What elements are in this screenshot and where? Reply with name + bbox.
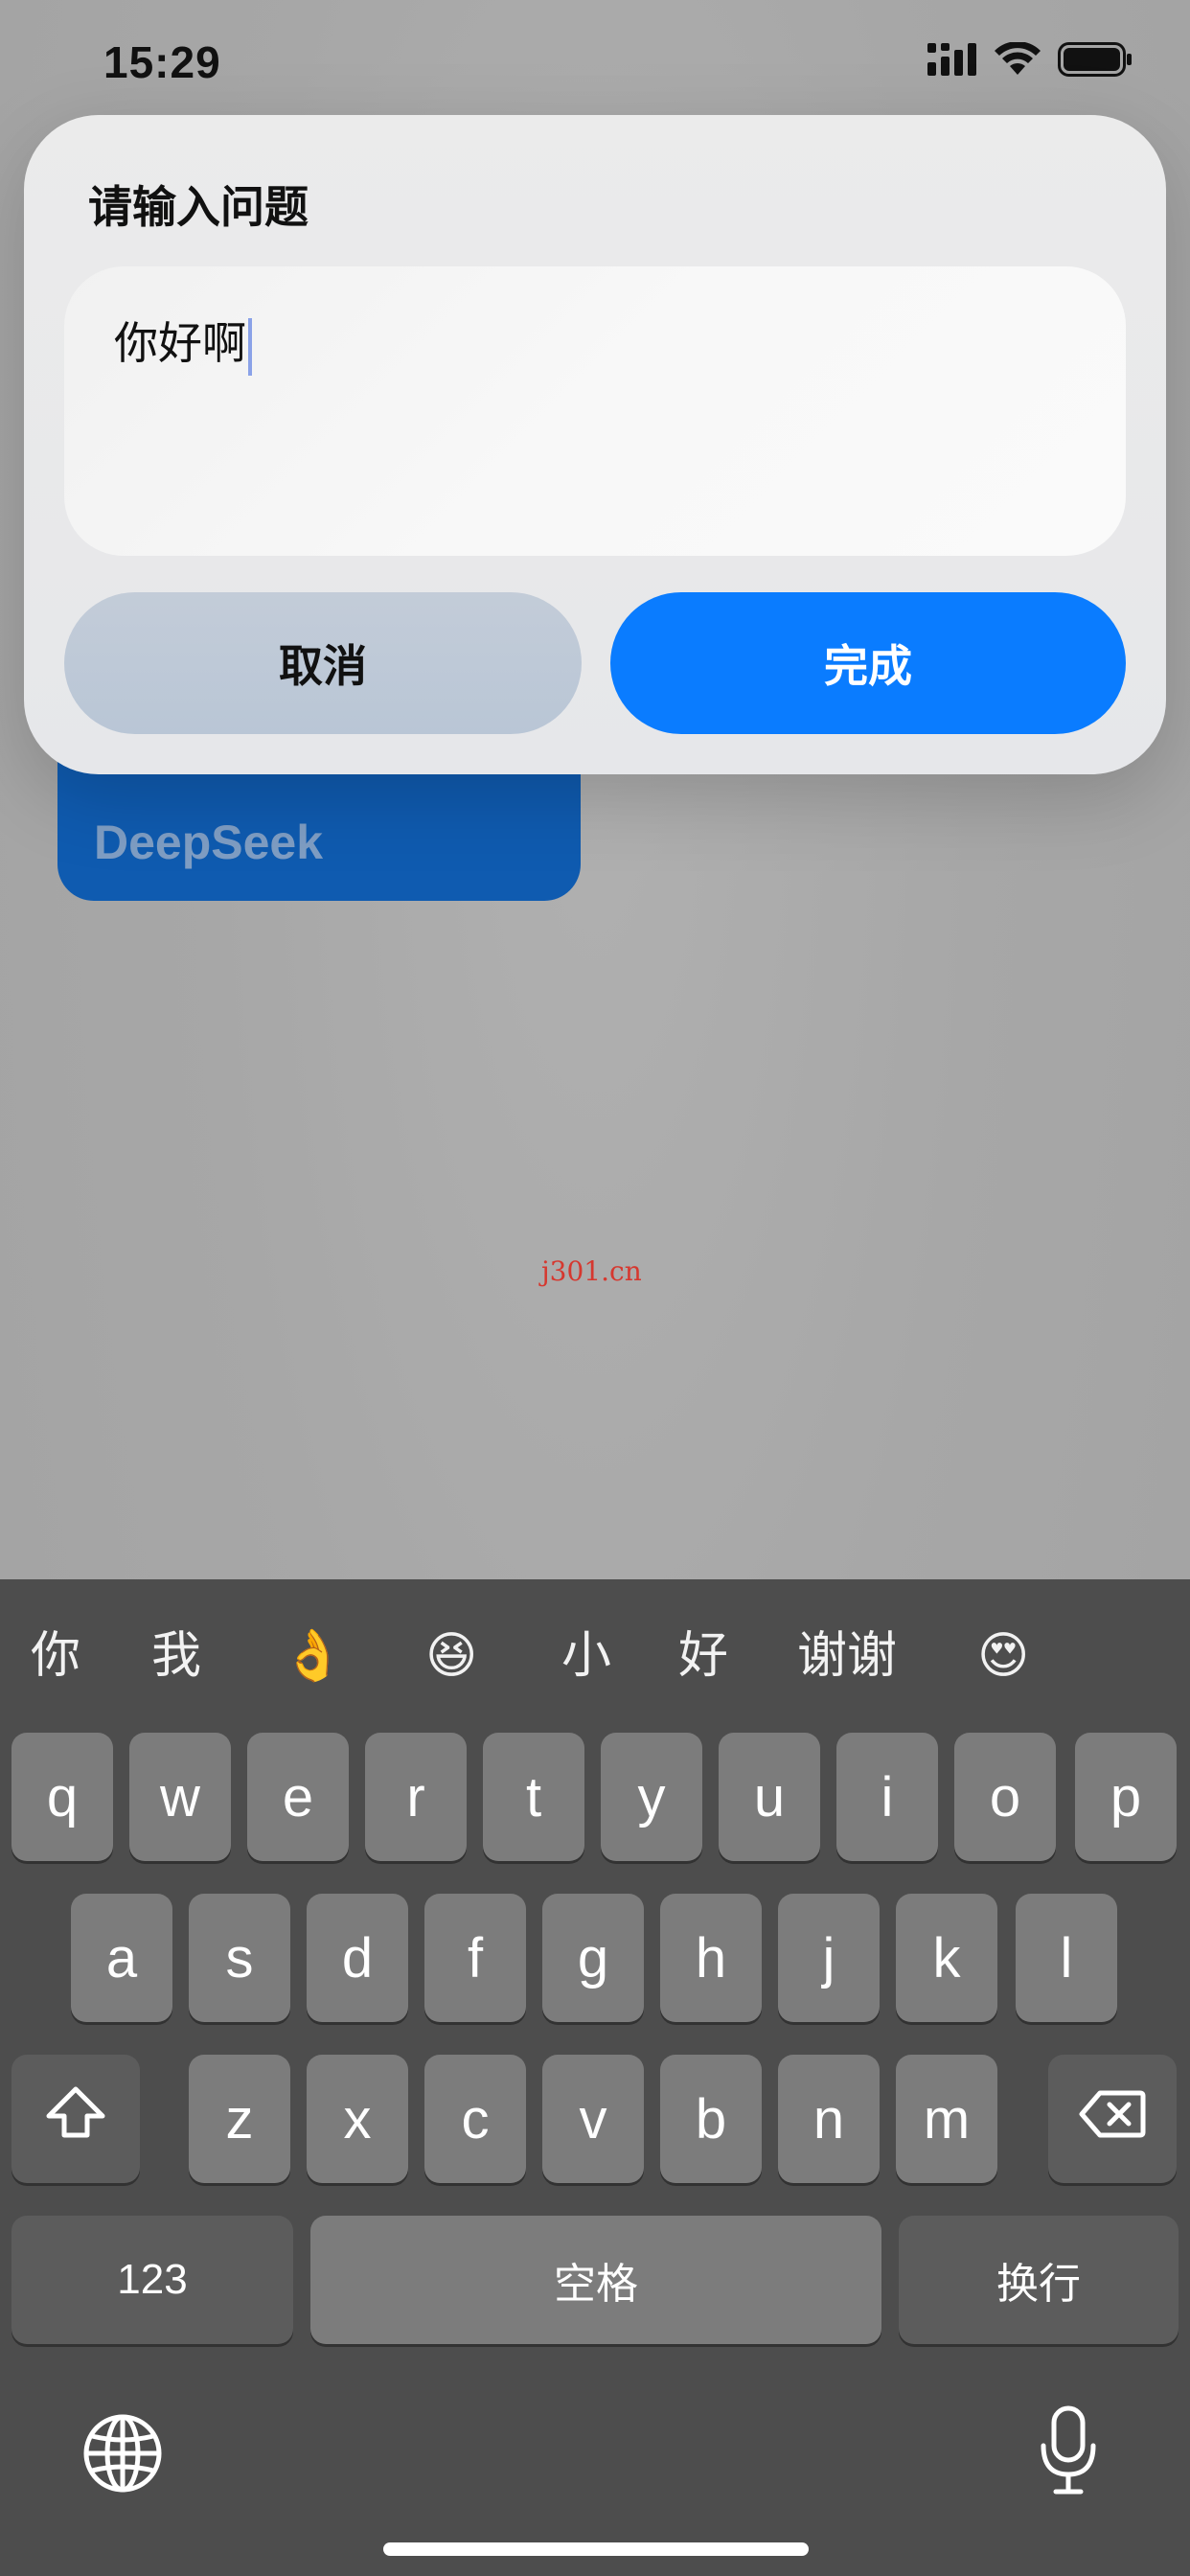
key-b[interactable]: b (660, 2055, 762, 2183)
candidate-item[interactable]: 小 (561, 1618, 611, 1694)
question-input[interactable]: 你好啊 (64, 266, 1126, 556)
done-button[interactable]: 完成 (610, 592, 1126, 734)
key-n[interactable]: n (778, 2055, 880, 2183)
delete-icon (1079, 2087, 1146, 2151)
candidate-item[interactable]: 我 (151, 1618, 201, 1694)
key-o[interactable]: o (954, 1733, 1056, 1861)
watermark: j301.cn (541, 1255, 642, 1287)
battery-icon (1058, 42, 1133, 80)
key-p[interactable]: p (1075, 1733, 1177, 1861)
key-g[interactable]: g (542, 1894, 644, 2022)
keyboard: 你 我 👌 😆 小 好 谢谢 😍 q w e r t y u i o p a s… (0, 1579, 1190, 2576)
microphone-icon[interactable] (1039, 2405, 1098, 2501)
key-u[interactable]: u (719, 1733, 820, 1861)
question-dialog: 请输入问题 你好啊 取消 完成 (24, 115, 1166, 774)
widget-label: DeepSeek (94, 816, 324, 869)
key-w[interactable]: w (129, 1733, 231, 1861)
candidate-item[interactable]: 😍 (977, 1618, 1029, 1694)
text-caret (248, 317, 252, 376)
key-i[interactable]: i (836, 1733, 938, 1861)
status-icons (927, 41, 1133, 80)
return-key[interactable]: 换行 (899, 2216, 1179, 2344)
key-c[interactable]: c (424, 2055, 526, 2183)
shift-icon (45, 2085, 106, 2152)
candidate-item[interactable]: 😆 (425, 1618, 477, 1694)
key-h[interactable]: h (660, 1894, 762, 2022)
cancel-button[interactable]: 取消 (64, 592, 582, 734)
numbers-key[interactable]: 123 (11, 2216, 293, 2344)
key-k[interactable]: k (896, 1894, 997, 2022)
key-y[interactable]: y (601, 1733, 702, 1861)
candidate-bar: 你 我 👌 😆 小 好 谢谢 😍 (0, 1579, 1190, 1733)
key-d[interactable]: d (307, 1894, 408, 2022)
status-time: 15:29 (103, 37, 221, 87)
key-s[interactable]: s (189, 1894, 290, 2022)
dialog-title: 请输入问题 (88, 181, 309, 233)
home-indicator[interactable] (383, 2542, 809, 2556)
space-key[interactable]: 空格 (310, 2216, 881, 2344)
key-v[interactable]: v (542, 2055, 644, 2183)
status-bar: 15:29 (0, 0, 1190, 125)
key-e[interactable]: e (247, 1733, 349, 1861)
key-f[interactable]: f (424, 1894, 526, 2022)
globe-icon[interactable] (82, 2413, 163, 2497)
question-input-value: 你好啊 (114, 317, 246, 369)
key-a[interactable]: a (71, 1894, 172, 2022)
key-r[interactable]: r (365, 1733, 467, 1861)
key-q[interactable]: q (11, 1733, 113, 1861)
candidate-item[interactable]: 👌 (282, 1618, 344, 1694)
delete-key[interactable] (1048, 2055, 1177, 2183)
signal-icon (927, 43, 977, 80)
key-x[interactable]: x (307, 2055, 408, 2183)
key-l[interactable]: l (1016, 1894, 1117, 2022)
shift-key[interactable] (11, 2055, 140, 2183)
key-t[interactable]: t (483, 1733, 584, 1861)
key-m[interactable]: m (896, 2055, 997, 2183)
candidate-item[interactable]: 你 (31, 1618, 80, 1694)
candidate-item[interactable]: 好 (678, 1618, 728, 1694)
key-j[interactable]: j (778, 1894, 880, 2022)
key-z[interactable]: z (189, 2055, 290, 2183)
candidate-item[interactable]: 谢谢 (797, 1618, 897, 1694)
wifi-icon (995, 41, 1041, 80)
